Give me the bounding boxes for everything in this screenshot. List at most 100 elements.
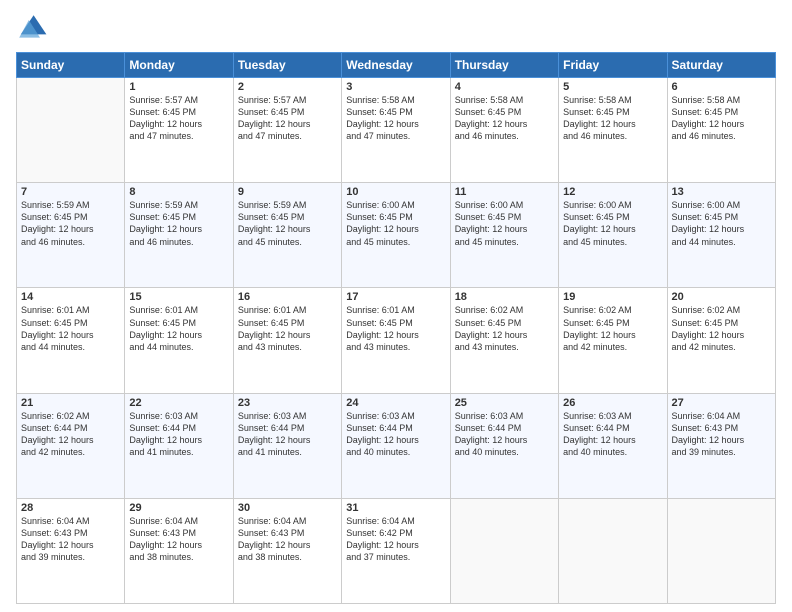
day-number: 18 [455, 291, 554, 303]
day-info: Sunrise: 6:04 AMSunset: 6:43 PMDaylight:… [21, 515, 120, 564]
day-info: Sunrise: 6:04 AMSunset: 6:43 PMDaylight:… [672, 410, 771, 459]
calendar-cell: 3Sunrise: 5:58 AMSunset: 6:45 PMDaylight… [342, 78, 450, 183]
day-number: 5 [563, 81, 662, 93]
day-info: Sunrise: 6:01 AMSunset: 6:45 PMDaylight:… [346, 304, 445, 353]
calendar-cell: 31Sunrise: 6:04 AMSunset: 6:42 PMDayligh… [342, 498, 450, 603]
calendar-cell [559, 498, 667, 603]
calendar-cell: 21Sunrise: 6:02 AMSunset: 6:44 PMDayligh… [17, 393, 125, 498]
day-info: Sunrise: 6:03 AMSunset: 6:44 PMDaylight:… [238, 410, 337, 459]
day-info: Sunrise: 6:02 AMSunset: 6:44 PMDaylight:… [21, 410, 120, 459]
header-row: SundayMondayTuesdayWednesdayThursdayFrid… [17, 53, 776, 78]
calendar-cell: 18Sunrise: 6:02 AMSunset: 6:45 PMDayligh… [450, 288, 558, 393]
calendar-cell: 10Sunrise: 6:00 AMSunset: 6:45 PMDayligh… [342, 183, 450, 288]
day-number: 10 [346, 186, 445, 198]
calendar-cell: 14Sunrise: 6:01 AMSunset: 6:45 PMDayligh… [17, 288, 125, 393]
col-header-wednesday: Wednesday [342, 53, 450, 78]
day-number: 25 [455, 397, 554, 409]
calendar-cell [667, 498, 775, 603]
day-info: Sunrise: 6:04 AMSunset: 6:42 PMDaylight:… [346, 515, 445, 564]
day-number: 27 [672, 397, 771, 409]
day-info: Sunrise: 6:00 AMSunset: 6:45 PMDaylight:… [346, 199, 445, 248]
calendar-cell: 5Sunrise: 5:58 AMSunset: 6:45 PMDaylight… [559, 78, 667, 183]
calendar-cell: 22Sunrise: 6:03 AMSunset: 6:44 PMDayligh… [125, 393, 233, 498]
calendar-cell: 8Sunrise: 5:59 AMSunset: 6:45 PMDaylight… [125, 183, 233, 288]
day-info: Sunrise: 5:57 AMSunset: 6:45 PMDaylight:… [238, 94, 337, 143]
day-number: 1 [129, 81, 228, 93]
day-info: Sunrise: 5:58 AMSunset: 6:45 PMDaylight:… [672, 94, 771, 143]
day-number: 26 [563, 397, 662, 409]
day-number: 9 [238, 186, 337, 198]
calendar-cell: 23Sunrise: 6:03 AMSunset: 6:44 PMDayligh… [233, 393, 341, 498]
calendar-cell: 27Sunrise: 6:04 AMSunset: 6:43 PMDayligh… [667, 393, 775, 498]
week-row-5: 28Sunrise: 6:04 AMSunset: 6:43 PMDayligh… [17, 498, 776, 603]
calendar-cell: 26Sunrise: 6:03 AMSunset: 6:44 PMDayligh… [559, 393, 667, 498]
col-header-sunday: Sunday [17, 53, 125, 78]
day-info: Sunrise: 6:03 AMSunset: 6:44 PMDaylight:… [563, 410, 662, 459]
calendar-cell [450, 498, 558, 603]
calendar-cell: 6Sunrise: 5:58 AMSunset: 6:45 PMDaylight… [667, 78, 775, 183]
logo [16, 12, 52, 44]
day-number: 6 [672, 81, 771, 93]
day-info: Sunrise: 6:04 AMSunset: 6:43 PMDaylight:… [129, 515, 228, 564]
day-number: 13 [672, 186, 771, 198]
day-number: 4 [455, 81, 554, 93]
calendar-cell: 30Sunrise: 6:04 AMSunset: 6:43 PMDayligh… [233, 498, 341, 603]
calendar-cell: 16Sunrise: 6:01 AMSunset: 6:45 PMDayligh… [233, 288, 341, 393]
calendar-cell: 15Sunrise: 6:01 AMSunset: 6:45 PMDayligh… [125, 288, 233, 393]
day-info: Sunrise: 5:58 AMSunset: 6:45 PMDaylight:… [346, 94, 445, 143]
day-number: 22 [129, 397, 228, 409]
day-info: Sunrise: 6:03 AMSunset: 6:44 PMDaylight:… [129, 410, 228, 459]
week-row-2: 7Sunrise: 5:59 AMSunset: 6:45 PMDaylight… [17, 183, 776, 288]
calendar-cell: 13Sunrise: 6:00 AMSunset: 6:45 PMDayligh… [667, 183, 775, 288]
day-number: 19 [563, 291, 662, 303]
day-number: 2 [238, 81, 337, 93]
day-number: 11 [455, 186, 554, 198]
col-header-tuesday: Tuesday [233, 53, 341, 78]
calendar-cell: 24Sunrise: 6:03 AMSunset: 6:44 PMDayligh… [342, 393, 450, 498]
day-number: 20 [672, 291, 771, 303]
calendar-cell: 25Sunrise: 6:03 AMSunset: 6:44 PMDayligh… [450, 393, 558, 498]
calendar-cell: 4Sunrise: 5:58 AMSunset: 6:45 PMDaylight… [450, 78, 558, 183]
week-row-3: 14Sunrise: 6:01 AMSunset: 6:45 PMDayligh… [17, 288, 776, 393]
day-number: 8 [129, 186, 228, 198]
page: SundayMondayTuesdayWednesdayThursdayFrid… [0, 0, 792, 612]
header [16, 12, 776, 44]
day-info: Sunrise: 5:59 AMSunset: 6:45 PMDaylight:… [129, 199, 228, 248]
col-header-saturday: Saturday [667, 53, 775, 78]
col-header-monday: Monday [125, 53, 233, 78]
day-info: Sunrise: 6:04 AMSunset: 6:43 PMDaylight:… [238, 515, 337, 564]
calendar-cell: 17Sunrise: 6:01 AMSunset: 6:45 PMDayligh… [342, 288, 450, 393]
calendar-cell [17, 78, 125, 183]
day-number: 12 [563, 186, 662, 198]
day-number: 15 [129, 291, 228, 303]
day-number: 14 [21, 291, 120, 303]
day-info: Sunrise: 5:58 AMSunset: 6:45 PMDaylight:… [455, 94, 554, 143]
week-row-4: 21Sunrise: 6:02 AMSunset: 6:44 PMDayligh… [17, 393, 776, 498]
day-number: 17 [346, 291, 445, 303]
day-info: Sunrise: 6:01 AMSunset: 6:45 PMDaylight:… [129, 304, 228, 353]
calendar-cell: 19Sunrise: 6:02 AMSunset: 6:45 PMDayligh… [559, 288, 667, 393]
col-header-thursday: Thursday [450, 53, 558, 78]
calendar-cell: 2Sunrise: 5:57 AMSunset: 6:45 PMDaylight… [233, 78, 341, 183]
calendar-cell: 11Sunrise: 6:00 AMSunset: 6:45 PMDayligh… [450, 183, 558, 288]
day-info: Sunrise: 6:02 AMSunset: 6:45 PMDaylight:… [455, 304, 554, 353]
day-number: 16 [238, 291, 337, 303]
day-info: Sunrise: 5:59 AMSunset: 6:45 PMDaylight:… [21, 199, 120, 248]
logo-icon [16, 12, 48, 44]
day-info: Sunrise: 6:01 AMSunset: 6:45 PMDaylight:… [21, 304, 120, 353]
day-info: Sunrise: 6:03 AMSunset: 6:44 PMDaylight:… [346, 410, 445, 459]
day-info: Sunrise: 6:02 AMSunset: 6:45 PMDaylight:… [672, 304, 771, 353]
week-row-1: 1 Sunrise: 5:57 AMSunset: 6:45 PMDaylight… [17, 78, 776, 183]
calendar-cell: 29Sunrise: 6:04 AMSunset: 6:43 PMDayligh… [125, 498, 233, 603]
day-number: 30 [238, 502, 337, 514]
calendar-cell: 9Sunrise: 5:59 AMSunset: 6:45 PMDaylight… [233, 183, 341, 288]
calendar-cell: 1Sunrise: 5:57 AMSunset: 6:45 PMDaylight… [125, 78, 233, 183]
day-info: Sunrise: 5:58 AMSunset: 6:45 PMDaylight:… [563, 94, 662, 143]
calendar-table: SundayMondayTuesdayWednesdayThursdayFrid… [16, 52, 776, 604]
day-info: Sunrise: 6:01 AMSunset: 6:45 PMDaylight:… [238, 304, 337, 353]
day-info: Sunrise: 6:00 AMSunset: 6:45 PMDaylight:… [563, 199, 662, 248]
day-number: 29 [129, 502, 228, 514]
day-info: Sunrise: 6:00 AMSunset: 6:45 PMDaylight:… [455, 199, 554, 248]
calendar-cell: 12Sunrise: 6:00 AMSunset: 6:45 PMDayligh… [559, 183, 667, 288]
day-info: Sunrise: 6:02 AMSunset: 6:45 PMDaylight:… [563, 304, 662, 353]
